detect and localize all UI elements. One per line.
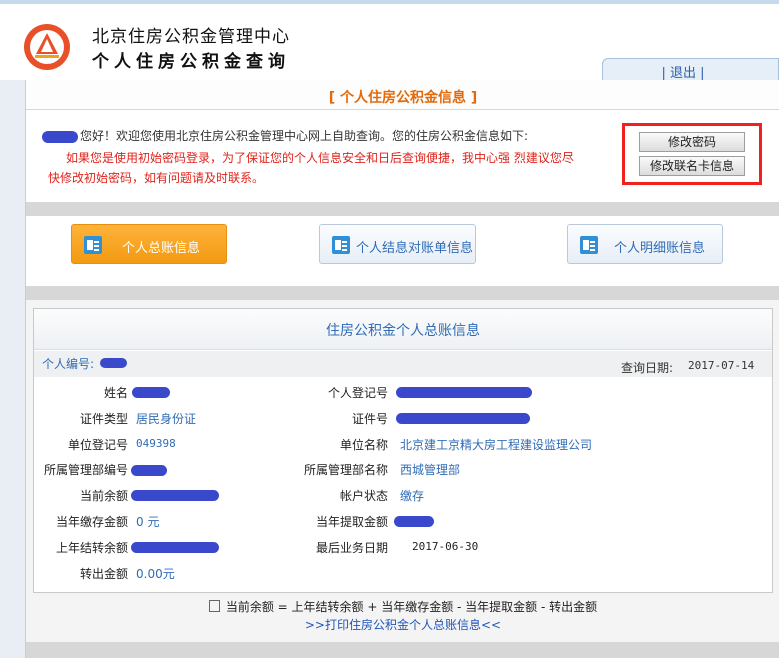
redacted-dept-no [131,465,167,476]
formula-text: 当前余额 = 上年结转余额 + 当年缴存金额 - 当年提取金额 - 转出金额 [225,600,598,614]
account-status-label: 帐户状态 [339,489,388,503]
query-date-label: 查询日期: [621,361,674,375]
tab-interest-statement[interactable]: 个人结息对账单信息 [319,224,476,264]
statement-icon [332,236,350,254]
nav-tabs: 个人总账信息 个人结息对账单信息 个人明细账信息 [26,216,779,286]
warning-line-1: 如果您是使用初始密码登录，为了保证您的个人信息安全和日后查询便捷，我中心强 烈建… [66,151,574,165]
redacted-balance [131,490,219,501]
detail-icon [580,236,598,254]
last-year-carry-label: 上年结转余额 [55,541,128,555]
year-deposit-label: 当年缴存金额 [55,515,128,529]
housing-fund-logo-icon [24,24,70,70]
header-top-line [0,0,779,4]
cert-type-label: 证件类型 [79,412,128,426]
logout-link[interactable]: | 退出 | [603,62,763,81]
welcome-box: 您好！欢迎您使用北京住房公积金管理中心网上自助查询。您的住房公积金信息如下: 如… [26,110,779,202]
redacted-name [132,387,170,398]
balance-formula: 当前余额 = 上年结转余额 + 当年缴存金额 - 当年提取金额 - 转出金额 [26,598,779,615]
cert-type-value: 居民身份证 [136,412,197,426]
year-deposit-value: 0 元 [136,515,160,529]
last-business-date-value: 2017-06-30 [412,540,479,553]
main-panel: [ 个人住房公积金信息 ] 您好！欢迎您使用北京住房公积金管理中心网上自助查询。… [25,80,779,658]
highlight-frame: 修改密码 修改联名卡信息 [622,123,762,185]
query-date-value: 2017-07-14 [688,359,755,372]
name-label: 姓名 [103,386,128,400]
dept-no-label: 所属管理部编号 [43,463,128,477]
redacted-personal-id [100,358,127,368]
print-ledger-link[interactable]: >>打印住房公积金个人总账信息<< [26,616,779,633]
note-icon [208,600,220,612]
redacted-personal-reg [396,387,532,398]
summary-header: 住房公积金个人总账信息 [34,309,772,350]
app-name: 个人住房公积金查询 [92,52,290,72]
org-name: 北京住房公积金管理中心 [92,27,290,47]
transfer-out-value: 0.00元 [136,567,175,581]
divider-strip [26,202,779,216]
ledger-icon [84,236,102,254]
redacted-cert-no [396,413,530,424]
account-status-value: 缴存 [400,489,425,503]
dept-name-value: 西城管理部 [400,463,461,477]
tab-label: 个人总账信息 [122,241,201,256]
welcome-line: 您好！欢迎您使用北京住房公积金管理中心网上自助查询。您的住房公积金信息如下: [42,127,528,144]
logout-tab: | 退出 | [602,58,779,81]
unit-name-label: 单位名称 [339,438,388,452]
warning-line-2: 快修改初始密码，如有问题请及时联系。 [48,171,265,185]
welcome-text: 您好！欢迎您使用北京住房公积金管理中心网上自助查询。您的住房公积金信息如下: [80,129,529,143]
id-date-row: 个人编号: 查询日期: 2017-07-14 [34,351,772,377]
tab-personal-ledger[interactable]: 个人总账信息 [71,224,227,264]
tab-label: 个人结息对账单信息 [356,241,474,256]
redacted-username [42,130,78,143]
summary-title: 住房公积金个人总账信息 [326,323,480,339]
change-card-info-button[interactable]: 修改联名卡信息 [639,156,745,176]
unit-reg-label: 单位登记号 [67,438,128,452]
balance-label: 当前余额 [79,489,128,503]
info-section-title: [ 个人住房公积金信息 ] [328,90,478,106]
last-business-date-label: 最后业务日期 [315,541,388,555]
bottom-strip [26,642,779,658]
info-section-header: [ 个人住房公积金信息 ] [26,80,779,110]
unit-reg-value: 049398 [136,437,176,450]
ledger-summary-card: 住房公积金个人总账信息 个人编号: 查询日期: 2017-07-14 姓名 个人… [33,308,773,593]
dept-name-label: 所属管理部名称 [303,463,388,477]
personal-reg-label: 个人登记号 [327,386,388,400]
transfer-out-label: 转出金额 [79,567,128,581]
cert-no-label: 证件号 [351,412,388,426]
personal-id-label: 个人编号: [42,357,95,371]
divider-strip [26,286,779,300]
redacted-year-withdraw [394,516,434,527]
change-password-button[interactable]: 修改密码 [639,132,745,152]
unit-name-value: 北京建工京精大房工程建设监理公司 [400,438,593,452]
page-header: 北京住房公积金管理中心 个人住房公积金查询 | 退出 | [0,0,779,81]
year-withdraw-label: 当年提取金额 [315,515,388,529]
tab-label: 个人明细账信息 [614,241,706,256]
tab-detail-ledger[interactable]: 个人明细账信息 [567,224,723,264]
redacted-last-year-carry [131,542,219,553]
